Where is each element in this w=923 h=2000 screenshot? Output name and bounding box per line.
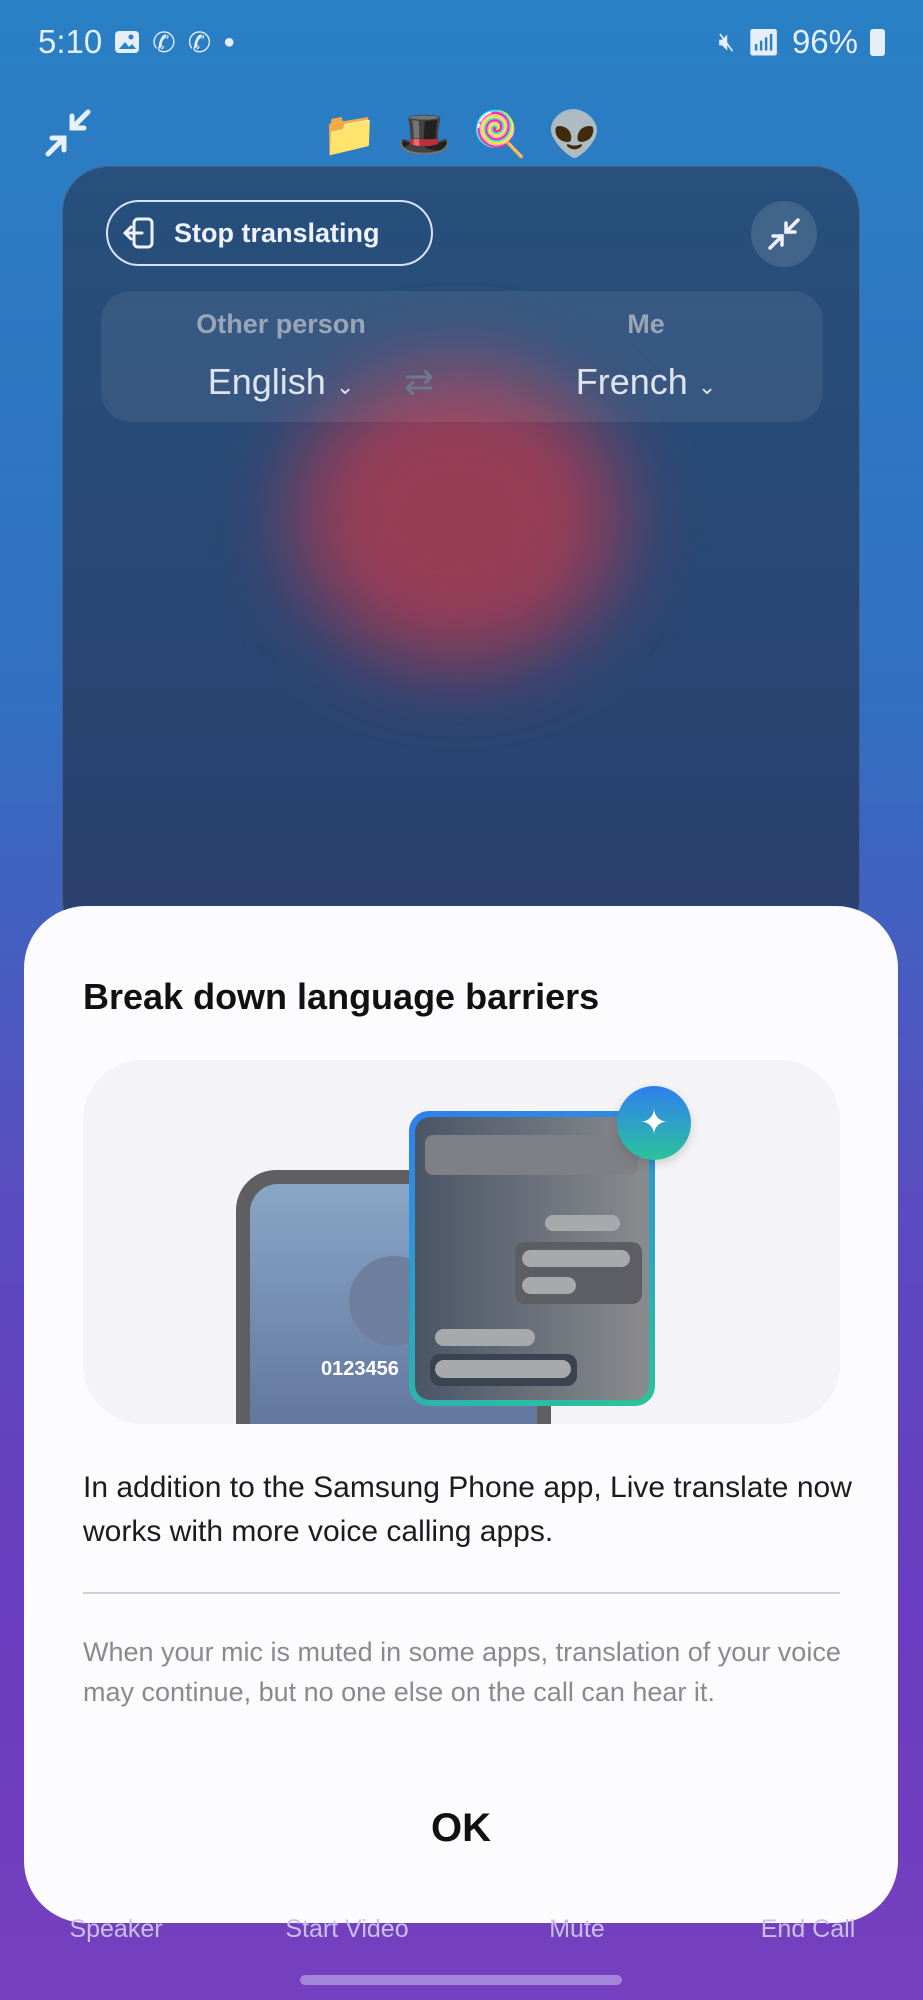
language-selector: Other person Me English ⌄ French ⌄ ⇄: [101, 291, 823, 422]
other-person-label: Other person: [196, 309, 366, 339]
call-icon: ✆: [152, 26, 176, 58]
speaker-button[interactable]: Speaker: [69, 1915, 162, 1944]
my-language: French: [575, 361, 688, 402]
wifi-icon: 📶︎: [746, 26, 780, 57]
alien-emoji[interactable]: 👽: [547, 108, 602, 160]
my-language-dropdown[interactable]: French ⌄: [496, 361, 796, 403]
phone-number: 0123456: [321, 1358, 399, 1380]
exit-icon: [122, 217, 154, 249]
mute-icon: 🔇︎: [718, 26, 735, 56]
dialog-body: In addition to the Samsung Phone app, Li…: [83, 1471, 852, 1548]
other-language-dropdown[interactable]: English ⌄: [131, 361, 431, 403]
sparkle-icon: ✦: [617, 1086, 691, 1160]
start-video-button[interactable]: Start Video: [285, 1915, 408, 1944]
dialog-note: When your mic is muted in some apps, tra…: [83, 1637, 841, 1707]
chevron-down-icon: ⌄: [697, 374, 717, 399]
chevron-down-icon: ⌄: [335, 374, 355, 399]
other-language: English: [207, 361, 326, 402]
live-translate-panel: Stop translating Other person Me English…: [62, 166, 860, 946]
feature-dialog: Break down language barriers 0123456 ✦ I…: [24, 906, 898, 1923]
dot-icon: ●: [223, 30, 236, 53]
status-bar: 5:10 ✆ ✆ ● 🔇︎ 📶︎ 96%: [38, 22, 885, 62]
lollipop-emoji[interactable]: 🍭: [472, 108, 527, 160]
folder-emoji[interactable]: 📁: [322, 108, 377, 160]
swap-languages-icon[interactable]: ⇄: [404, 361, 434, 403]
illustration: 0123456 ✦: [83, 1060, 840, 1424]
battery-icon: [870, 28, 885, 56]
call-icon: ✆: [187, 26, 212, 58]
battery-text: 96%: [791, 23, 858, 60]
ok-button[interactable]: OK: [24, 1806, 898, 1851]
end-call-button[interactable]: End Call: [761, 1915, 856, 1944]
me-label: Me: [627, 309, 665, 339]
dialog-title: Break down language barriers: [83, 976, 600, 1017]
time: 5:10: [38, 23, 103, 60]
minimize-icon[interactable]: [42, 108, 94, 160]
divider: [83, 1592, 840, 1594]
translate-window-illustration: [409, 1111, 655, 1406]
mute-button[interactable]: Mute: [549, 1915, 605, 1944]
stop-translating-button[interactable]: Stop translating: [106, 200, 433, 266]
stop-translating-label: Stop translating: [174, 217, 380, 248]
collapse-button[interactable]: [751, 201, 817, 267]
home-indicator[interactable]: [300, 1975, 622, 1985]
tophat-emoji[interactable]: 🎩: [397, 108, 452, 160]
collapse-icon: [768, 218, 800, 250]
gallery-icon: [115, 31, 140, 53]
